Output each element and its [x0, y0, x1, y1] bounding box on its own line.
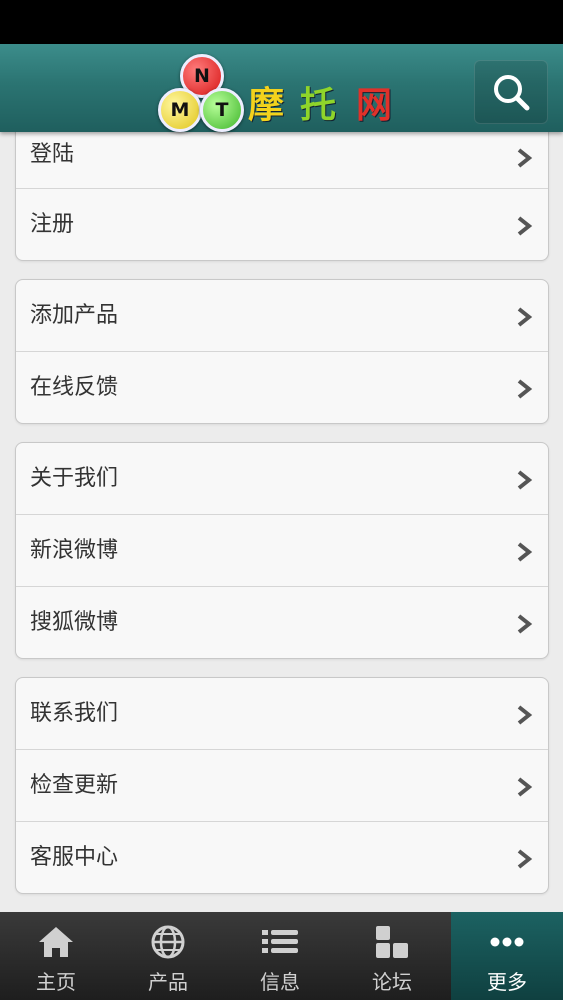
tab-label: 论坛 [372, 970, 412, 994]
chevron-right-icon [517, 216, 533, 236]
logo-ball-t: T [200, 88, 244, 132]
menu-item-label: 新浪微博 [30, 538, 119, 563]
menu-item-sina-weibo[interactable]: 新浪微博 [16, 514, 548, 586]
menu-item-contact-us[interactable]: 联系我们 [16, 678, 548, 750]
chevron-right-icon [517, 614, 533, 634]
search-icon [494, 75, 530, 111]
about-group: 关于我们 新浪微博 搜狐微博 [15, 442, 549, 659]
search-button[interactable] [474, 60, 548, 124]
more-icon [490, 937, 524, 947]
chevron-right-icon [517, 307, 533, 327]
tab-news[interactable]: 信息 [224, 912, 336, 1000]
menu-item-label: 添加产品 [30, 303, 119, 328]
tab-label: 主页 [36, 970, 76, 994]
menu-item-about-us[interactable]: 关于我们 [16, 443, 548, 515]
globe-icon [151, 925, 185, 959]
chevron-right-icon [517, 542, 533, 562]
menu-item-label: 客服中心 [30, 845, 119, 870]
chevron-right-icon [517, 849, 533, 869]
chevron-right-icon [517, 777, 533, 797]
product-group: 添加产品 在线反馈 [15, 279, 549, 424]
logo-char: 托 [300, 84, 337, 126]
menu-item-add-product[interactable]: 添加产品 [16, 280, 548, 352]
logo-char: 网 [356, 84, 393, 126]
menu-item-label: 注册 [30, 212, 75, 237]
tab-label: 产品 [148, 970, 188, 994]
list-icon [262, 930, 298, 953]
logo-char: 摩 [248, 84, 285, 126]
tab-more[interactable]: 更多 [451, 912, 563, 1000]
account-group: 登陆 注册 [15, 116, 549, 261]
tab-home[interactable]: 主页 [0, 912, 112, 1000]
chevron-right-icon [517, 705, 533, 725]
menu-item-register[interactable]: 注册 [16, 188, 548, 260]
chevron-right-icon [517, 379, 533, 399]
menu-item-label: 联系我们 [30, 701, 119, 726]
bottom-tab-bar: 主页 产品 信息 论坛 更多 [0, 912, 563, 1000]
support-group: 联系我们 检查更新 客服中心 [15, 677, 549, 894]
tab-products[interactable]: 产品 [112, 912, 224, 1000]
chevron-right-icon [517, 470, 533, 490]
menu-item-customer-service[interactable]: 客服中心 [16, 821, 548, 893]
menu-item-sohu-weibo[interactable]: 搜狐微博 [16, 586, 548, 658]
app-header: N M T 摩 托 网 [0, 44, 563, 132]
tab-label: 更多 [487, 970, 527, 994]
menu-item-label: 检查更新 [30, 773, 119, 798]
logo-ball-m: M [158, 88, 202, 132]
menu-item-feedback[interactable]: 在线反馈 [16, 351, 548, 423]
menu-item-label: 关于我们 [30, 466, 119, 491]
status-bar [0, 0, 563, 44]
blocks-icon [376, 926, 408, 958]
tab-label: 信息 [260, 970, 300, 994]
site-logo: N M T 摩 托 网 [152, 50, 422, 132]
home-icon [39, 927, 73, 957]
chevron-right-icon [517, 148, 533, 168]
menu-item-check-update[interactable]: 检查更新 [16, 749, 548, 821]
menu-item-label: 在线反馈 [30, 375, 119, 400]
menu-item-label: 搜狐微博 [30, 610, 119, 635]
tab-forum[interactable]: 论坛 [336, 912, 448, 1000]
menu-scroll-area[interactable]: 登陆 注册 添加产品 在线反馈 关于我们 新浪微博 搜狐微博 联系我们 检查更新… [0, 0, 563, 1000]
